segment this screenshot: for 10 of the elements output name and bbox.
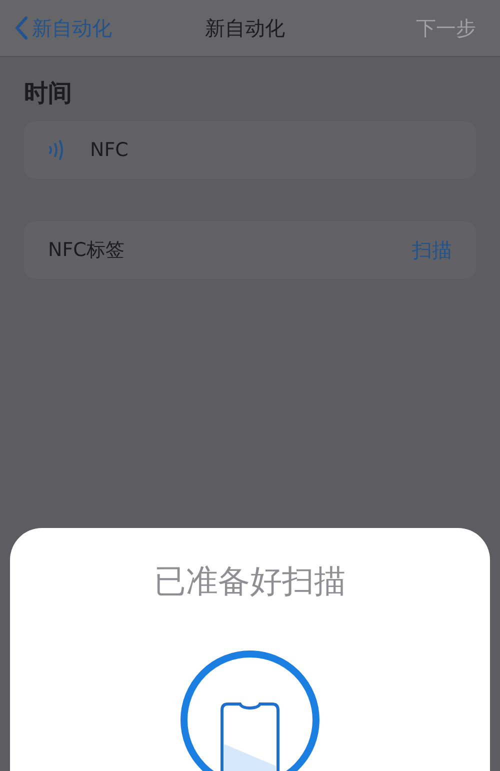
sheet-title: 已准备好扫描 <box>154 561 346 602</box>
nfc-tag-label: NFC标签 <box>48 238 124 263</box>
nfc-waves-icon <box>48 138 66 162</box>
trigger-row[interactable]: NFC <box>24 121 476 179</box>
section-header: 时间 <box>24 78 73 109</box>
back-chevron-icon <box>14 16 28 40</box>
trigger-label: NFC <box>90 139 128 161</box>
navigation-title: 新自动化 <box>205 14 285 42</box>
back-button[interactable]: 新自动化 <box>14 14 112 42</box>
scan-button[interactable]: 扫描 <box>412 236 452 264</box>
